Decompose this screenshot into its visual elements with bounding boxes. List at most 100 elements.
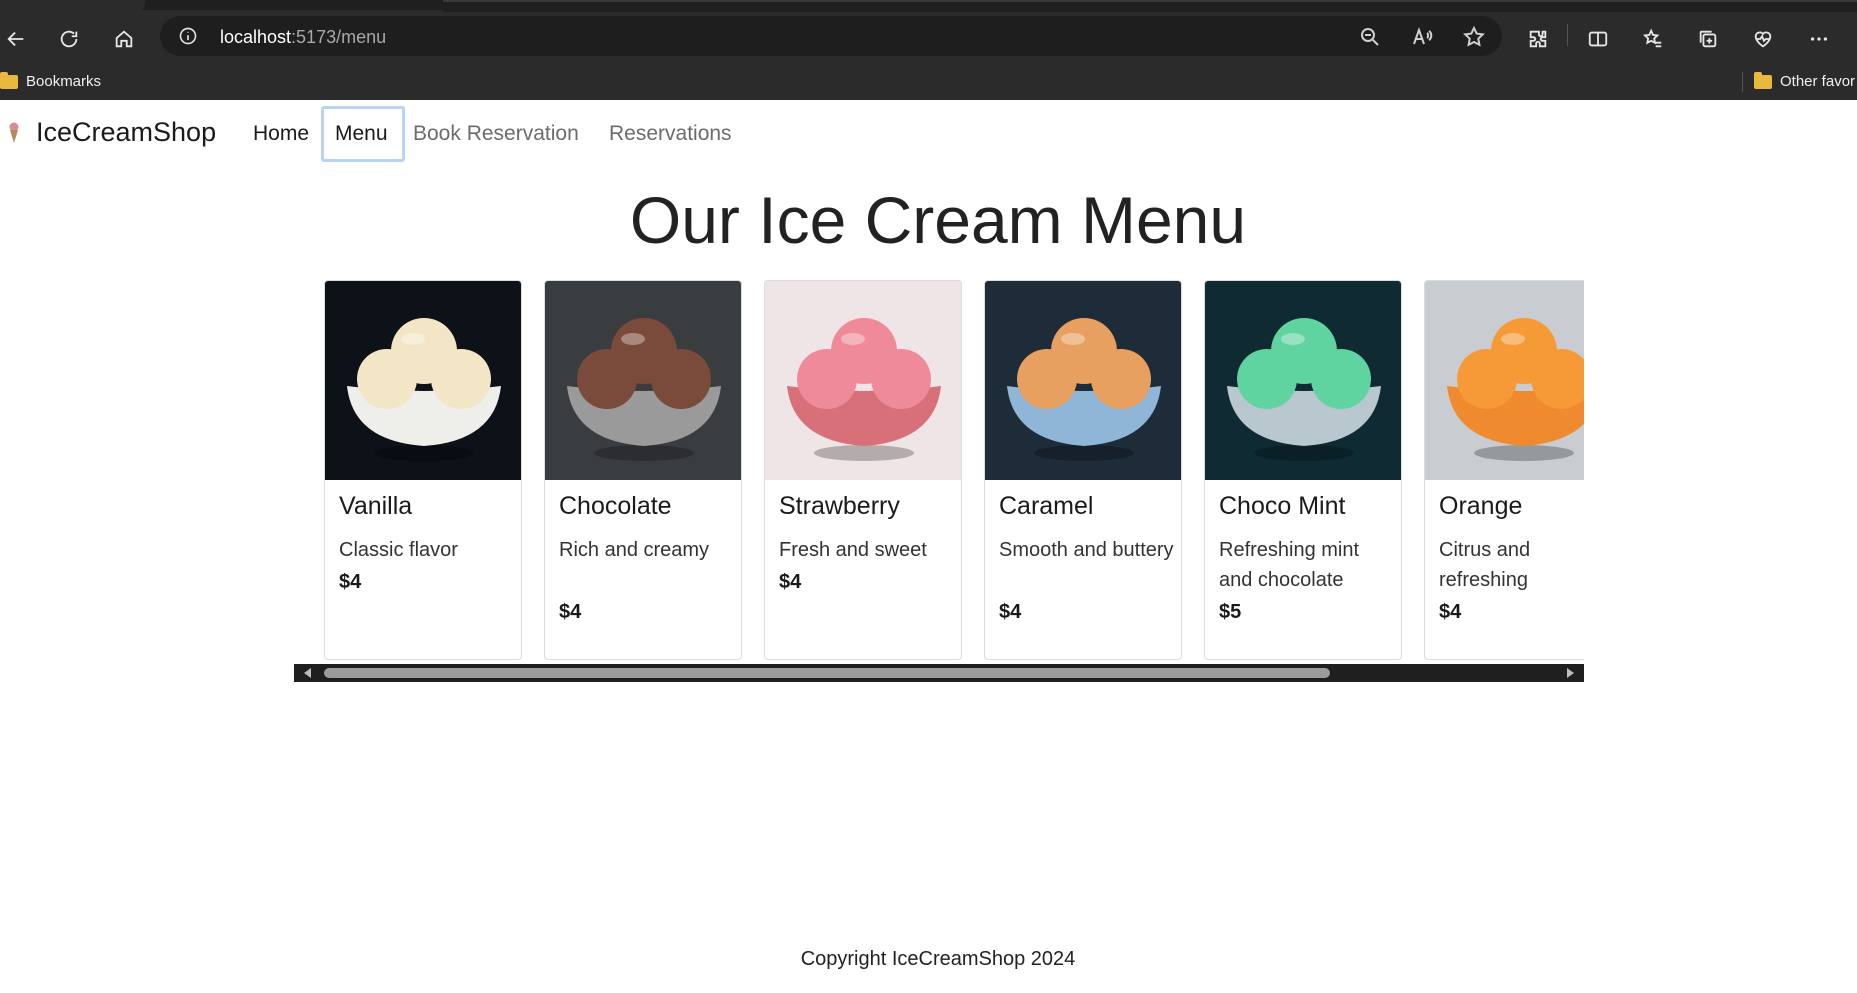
card-description: Citrus and refreshing: [1439, 539, 1531, 591]
bookmarks-label: Bookmarks: [26, 73, 102, 90]
site-info-icon[interactable]: [178, 26, 198, 46]
caramel-image: [985, 281, 1181, 480]
settings-menu-button[interactable]: [1803, 23, 1835, 55]
reload-button[interactable]: [53, 23, 85, 55]
card-price: $4: [999, 601, 1022, 623]
card-name: Chocolate: [559, 492, 672, 520]
bookmarks-bar: Bookmarks Other favor: [0, 66, 1857, 100]
back-button[interactable]: [0, 23, 32, 55]
scoop: [1491, 318, 1557, 384]
site-navbar: IceCreamShop Home Menu Book Reservation …: [0, 100, 1857, 170]
card-description: Classic flavor: [339, 539, 458, 561]
url-path: :5173/menu: [291, 27, 387, 47]
back-arrow-icon: [7, 31, 24, 47]
url-text[interactable]: localhost:5173/menu: [220, 27, 386, 48]
ice-cream-logo-icon[interactable]: [8, 122, 20, 144]
bookmarks-divider: [1742, 72, 1743, 92]
footer-copyright: Copyright IceCreamShop 2024: [800, 948, 1076, 970]
menu-card-strawberry[interactable]: Strawberry Fresh and sweet $4: [764, 280, 962, 660]
nav-reservations-link[interactable]: Reservations: [609, 122, 732, 146]
vanilla-image: [325, 281, 521, 480]
card-name: Choco Mint: [1219, 492, 1346, 520]
browser-chrome: localhost:5173/menu Bookmarks Other favo…: [0, 0, 1857, 100]
favorites-button[interactable]: [1637, 23, 1669, 55]
scrollbar-thumb[interactable]: [324, 668, 1330, 678]
menu-card-choco-mint[interactable]: Choco Mint Refreshing mint and chocolate…: [1204, 280, 1402, 660]
extensions-button[interactable]: [1522, 23, 1554, 55]
scoop-highlight: [621, 333, 645, 345]
scroll-left-arrow-icon[interactable]: [304, 668, 311, 678]
split-screen-icon: [1588, 31, 1608, 47]
tab-strip: [0, 0, 1857, 12]
menu-card-orange[interactable]: Orange Citrus and refreshing $4: [1424, 280, 1584, 660]
scoop-highlight: [1281, 333, 1305, 345]
nav-home-link[interactable]: Home: [253, 122, 309, 146]
reload-icon: [60, 30, 78, 48]
bookmarks-folder[interactable]: Bookmarks: [0, 71, 102, 90]
card-description: Fresh and sweet: [779, 539, 927, 561]
scoop-highlight: [401, 333, 425, 345]
heart-pulse-icon: [1754, 31, 1772, 48]
card-price: $5: [1219, 601, 1242, 623]
home-button[interactable]: [108, 23, 140, 55]
extensions-icon: [1529, 30, 1547, 48]
scoop: [1271, 318, 1337, 384]
more-dots-icon: [1810, 37, 1828, 41]
card-description: Refreshing mint and chocolate: [1219, 539, 1360, 591]
favorites-list-icon: [1642, 28, 1662, 48]
split-screen-button[interactable]: [1582, 23, 1614, 55]
horizontal-scrollbar[interactable]: [294, 664, 1584, 682]
card-description: Rich and creamy: [559, 539, 710, 561]
active-tab[interactable]: [0, 0, 145, 10]
scoop: [1051, 318, 1117, 384]
card-name: Vanilla: [339, 492, 413, 520]
scoop-highlight: [841, 333, 865, 345]
brand-link[interactable]: IceCreamShop: [36, 117, 216, 148]
bowl-shadow: [1474, 445, 1574, 461]
card-description: Smooth and buttery: [999, 539, 1174, 561]
chocolate-image: [545, 281, 741, 480]
menu-scroller[interactable]: Vanilla Classic flavor $4 Chocolate Rich…: [294, 280, 1584, 682]
scoop-highlight: [1501, 333, 1525, 345]
browser-essentials-button[interactable]: [1747, 23, 1779, 55]
menu-card-caramel[interactable]: Caramel Smooth and buttery $4: [984, 280, 1182, 660]
collections-icon: [1699, 30, 1717, 48]
card-price: $4: [559, 601, 582, 623]
collections-button[interactable]: [1692, 23, 1724, 55]
page-title: Our Ice Cream Menu: [629, 183, 1247, 257]
scroll-right-arrow-icon[interactable]: [1567, 668, 1574, 678]
scoop: [391, 318, 457, 384]
orange-image: [1425, 281, 1584, 480]
home-icon: [115, 30, 133, 48]
bowl-shadow: [594, 445, 694, 461]
card-name: Caramel: [999, 492, 1094, 520]
card-price: $4: [1439, 601, 1462, 623]
card-name: Orange: [1439, 492, 1523, 520]
favorite-star-icon[interactable]: [1462, 25, 1486, 49]
scoop-highlight: [1061, 333, 1085, 345]
browser-toolbar: localhost:5173/menu: [0, 10, 1857, 66]
card-price: $4: [339, 571, 362, 593]
url-host: localhost: [220, 27, 292, 47]
bowl-shadow: [374, 445, 474, 461]
bowl-shadow: [1254, 445, 1354, 461]
address-bar[interactable]: localhost:5173/menu: [160, 16, 1502, 56]
folder-icon: [0, 71, 18, 89]
menu-card-chocolate[interactable]: Chocolate Rich and creamy $4: [544, 280, 742, 660]
folder-icon: [1754, 71, 1772, 89]
toolbar-divider: [1567, 24, 1568, 46]
strawberry-image: [765, 281, 961, 480]
bowl-shadow: [1034, 445, 1134, 461]
other-favorites-label: Other favor: [1780, 73, 1856, 90]
bowl-shadow: [814, 445, 914, 461]
choco-mint-image: [1205, 281, 1401, 480]
read-aloud-icon[interactable]: [1410, 25, 1434, 49]
card-price: $4: [779, 571, 802, 593]
zoom-icon[interactable]: [1358, 25, 1382, 49]
scoop: [831, 318, 897, 384]
card-name: Strawberry: [779, 492, 900, 520]
nav-book-reservation-link[interactable]: Book Reservation: [413, 122, 579, 146]
menu-card-vanilla[interactable]: Vanilla Classic flavor $4: [324, 280, 522, 660]
other-favorites-folder[interactable]: Other favor: [1754, 71, 1856, 90]
scoop: [611, 318, 677, 384]
